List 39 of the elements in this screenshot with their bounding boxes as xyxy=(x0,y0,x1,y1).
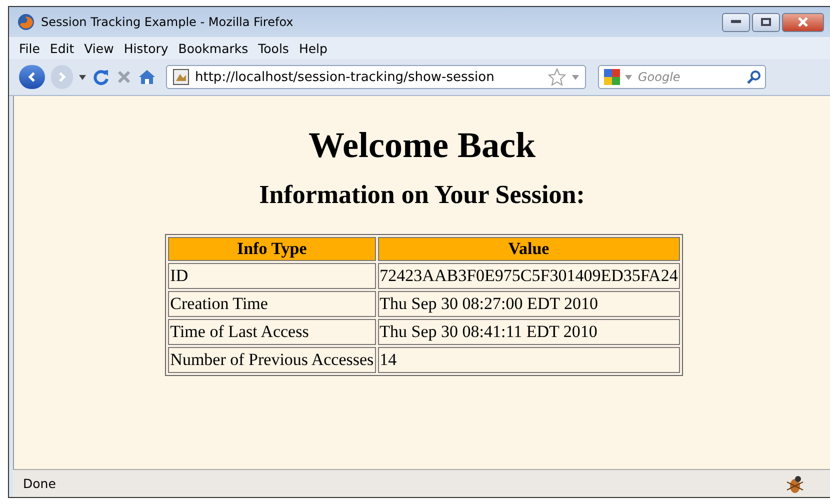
maximize-button[interactable] xyxy=(752,12,780,32)
minimize-icon[interactable] xyxy=(731,20,741,24)
back-button[interactable] xyxy=(19,65,45,89)
table-cell: 14 xyxy=(378,347,680,373)
browser-logo-icon xyxy=(17,13,35,31)
status-text: Done xyxy=(23,476,57,491)
menu-item[interactable]: Edit xyxy=(50,40,74,56)
table-cell: Thu Sep 30 08:27:00 EDT 2010 xyxy=(378,291,680,317)
menu-item[interactable]: History xyxy=(124,40,168,56)
page-heading: Welcome Back xyxy=(308,124,536,166)
table-cell: Thu Sep 30 08:41:11 EDT 2010 xyxy=(378,319,680,345)
table-cell: Creation Time xyxy=(168,291,376,317)
table-cell: ID xyxy=(168,263,376,289)
section-heading: Information on Your Session: xyxy=(259,180,585,210)
menu-item[interactable]: View xyxy=(84,40,114,56)
minimize-button[interactable] xyxy=(722,12,750,32)
menu-item[interactable]: File xyxy=(19,40,40,56)
maximize-icon[interactable] xyxy=(761,18,771,26)
menu-item[interactable]: Help xyxy=(298,40,328,56)
bug-icon[interactable] xyxy=(784,474,806,494)
search-engine-icon[interactable] xyxy=(603,68,621,86)
search-icon[interactable] xyxy=(747,70,761,84)
table-cell: Number of Previous Accesses xyxy=(168,347,376,373)
search-bar[interactable]: Google xyxy=(598,65,766,89)
close-icon[interactable] xyxy=(798,17,808,27)
column-header: Value xyxy=(378,237,680,261)
close-button[interactable] xyxy=(782,12,824,32)
menu-item[interactable]: Bookmarks xyxy=(178,40,248,56)
window-title: Session Tracking Example - Mozilla Firefox xyxy=(41,15,294,29)
column-header: Info Type xyxy=(168,237,376,261)
site-icon xyxy=(173,69,189,85)
menu-item[interactable]: Tools xyxy=(258,40,289,56)
star-icon[interactable] xyxy=(548,68,566,86)
reload-icon[interactable] xyxy=(92,68,110,86)
address-field[interactable]: http://localhost/session-tracking/show-session xyxy=(166,65,586,89)
table-cell: 72423AAB3F0E975C5F301409ED35FA24 xyxy=(378,263,680,289)
dropdown-icon[interactable] xyxy=(79,74,86,80)
table-cell: Time of Last Access xyxy=(168,319,376,345)
home-icon[interactable] xyxy=(138,69,156,85)
